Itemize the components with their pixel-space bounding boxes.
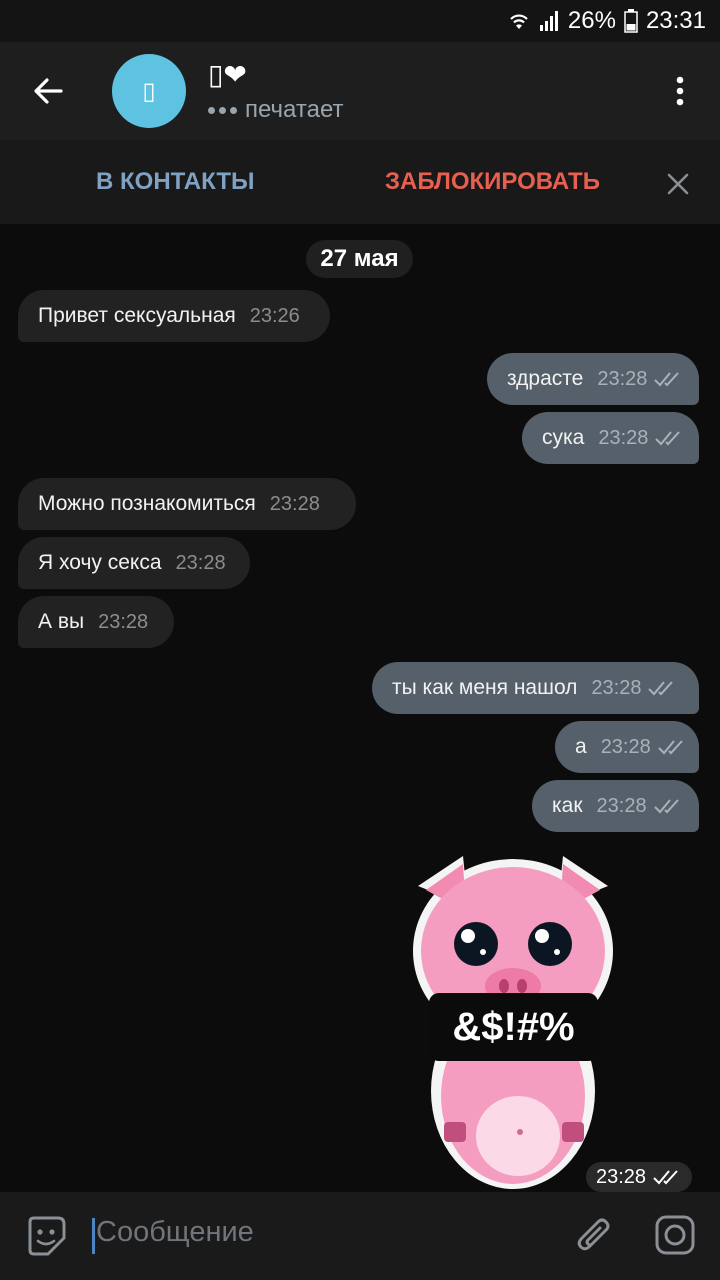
message-composer: Сообщение <box>0 1192 720 1280</box>
date-separator: 27 мая <box>306 240 413 278</box>
camera-icon <box>655 1215 695 1255</box>
more-menu-button[interactable] <box>640 42 720 140</box>
double-check-icon <box>655 431 681 446</box>
message-incoming[interactable]: Можно познакомиться 23:28 <box>18 478 356 530</box>
message-input[interactable]: Сообщение <box>96 1216 254 1249</box>
paperclip-icon <box>577 1218 610 1251</box>
message-time: 23:28 <box>98 610 149 633</box>
message-time: 23:28 <box>597 367 648 390</box>
double-check-icon <box>653 1170 678 1185</box>
double-check-icon <box>653 799 679 814</box>
status-bar: 26% 23:31 <box>0 0 720 42</box>
battery-percent: 26% <box>567 7 616 34</box>
wifi-icon <box>510 14 528 29</box>
message-outgoing[interactable]: сука 23:28 <box>522 412 699 464</box>
battery-icon <box>624 9 638 33</box>
message-outgoing[interactable]: ты как меня нашол 23:28 <box>372 662 699 714</box>
message-text: Привет сексуальная <box>38 304 236 327</box>
message-time: 23:28 <box>596 1165 647 1188</box>
message-time: 23:28 <box>175 551 226 574</box>
message-incoming[interactable]: А вы 23:28 <box>18 596 174 648</box>
message-time: 23:28 <box>596 794 647 817</box>
message-time: 23:26 <box>249 304 300 327</box>
emoji-icon <box>28 1216 66 1256</box>
message-incoming[interactable]: Я хочу секса 23:28 <box>18 537 250 589</box>
message-time: 23:28 <box>598 426 649 449</box>
sticker-emoji-button[interactable] <box>24 1214 68 1263</box>
more-vertical-icon <box>676 76 684 106</box>
message-text: Можно познакомиться <box>38 492 256 515</box>
message-incoming[interactable]: Привет сексуальная 23:26 <box>18 290 330 342</box>
message-time: 23:28 <box>269 492 320 515</box>
message-outgoing[interactable]: как 23:28 <box>532 780 699 832</box>
message-text: А вы <box>38 610 85 633</box>
message-time: 23:28 <box>591 676 642 699</box>
close-action-bar-button[interactable] <box>660 166 696 202</box>
avatar-glyph: ▯ <box>142 77 156 105</box>
sticker-timestamp: 23:28 <box>586 1162 693 1192</box>
message-text: а <box>575 735 587 758</box>
message-outgoing[interactable]: а 23:28 <box>555 721 699 773</box>
message-text: как <box>552 794 583 817</box>
typing-status: печатает <box>208 96 640 124</box>
back-button[interactable] <box>0 42 96 140</box>
contact-action-bar: В КОНТАКТЫ ЗАБЛОКИРОВАТЬ <box>0 140 720 224</box>
typing-status-text: печатает <box>245 96 344 123</box>
double-check-icon <box>648 681 674 696</box>
message-text: сука <box>542 426 585 449</box>
block-user-button[interactable]: ЗАБЛОКИРОВАТЬ <box>385 168 600 196</box>
sticker-caption: &$!#% <box>429 993 598 1061</box>
typing-dots-icon <box>208 106 237 114</box>
chat-title: ▯❤ <box>208 59 247 90</box>
add-to-contacts-button[interactable]: В КОНТАКТЫ <box>96 168 255 196</box>
message-text: здрасте <box>507 367 584 390</box>
clock: 23:31 <box>645 7 706 34</box>
avatar[interactable]: ▯ <box>112 54 186 128</box>
message-time: 23:28 <box>600 735 651 758</box>
message-list[interactable]: 27 мая Привет сексуальная 23:26 здрасте … <box>0 224 720 1192</box>
message-outgoing[interactable]: здрасте 23:28 <box>487 353 699 405</box>
camera-button[interactable] <box>654 1214 696 1261</box>
signal-icon <box>539 11 558 31</box>
message-text: Я хочу секса <box>38 551 162 574</box>
text-cursor <box>92 1218 95 1254</box>
arrow-left-icon <box>34 78 63 104</box>
chat-header: ▯ ▯❤ печатает <box>0 42 720 140</box>
attach-button[interactable] <box>574 1214 614 1263</box>
message-text: ты как меня нашол <box>392 676 578 699</box>
chat-title-block[interactable]: ▯❤ печатает <box>208 58 640 124</box>
double-check-icon <box>654 372 680 387</box>
close-icon <box>667 173 689 195</box>
double-check-icon <box>658 740 683 755</box>
